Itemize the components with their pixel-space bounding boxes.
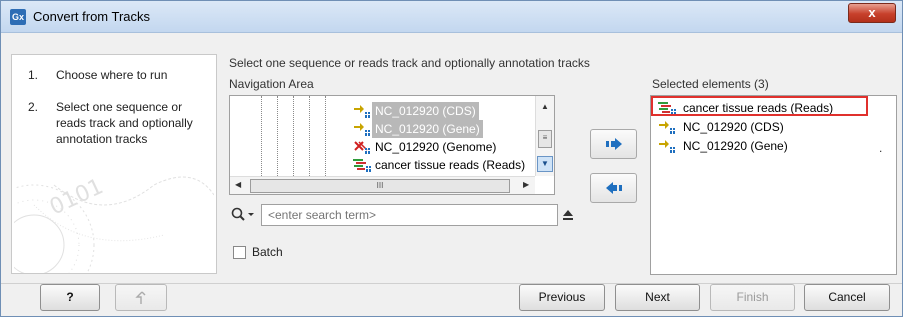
collapse-icon[interactable]: [561, 207, 575, 223]
batch-label: Batch: [252, 245, 283, 259]
cancel-button[interactable]: Cancel: [804, 284, 890, 311]
sequence-track-icon: [354, 141, 370, 154]
tree-item-label: NC_012920 (Genome): [375, 140, 497, 154]
search-input[interactable]: [261, 204, 558, 226]
batch-checkbox[interactable]: [233, 246, 246, 259]
annotation-track-icon: [354, 123, 370, 136]
app-icon: Gx: [10, 9, 26, 25]
tree-item-label: NC_012920 (Gene): [372, 120, 483, 138]
selected-item-gene[interactable]: NC_012920 (Gene): [657, 137, 893, 155]
step-instruction: Select one sequence or reads track and o…: [229, 56, 590, 70]
help-button[interactable]: ?: [40, 284, 100, 311]
dialog-window: Gx Convert from Tracks x 1. Choose where…: [0, 0, 903, 317]
selected-item-label: NC_012920 (Gene): [683, 139, 788, 153]
annotation-track-icon: [354, 105, 370, 118]
tree-horizontal-scrollbar[interactable]: ◀ III ▶: [230, 176, 535, 194]
selected-elements-label: Selected elements (3): [652, 77, 769, 91]
arrow-left-icon: [606, 182, 622, 194]
finish-button[interactable]: Finish: [710, 284, 795, 311]
arrow-right-icon: [606, 138, 622, 150]
svg-text:0101: 0101: [46, 174, 107, 220]
tree-guide-line: [309, 96, 310, 182]
close-button[interactable]: x: [848, 3, 896, 23]
step-number: 2.: [28, 100, 39, 114]
step-label: Choose where to run: [56, 68, 168, 82]
annotation-track-icon: [659, 140, 675, 153]
dna-watermark-icon: 0101: [14, 174, 214, 273]
reset-icon: [135, 291, 146, 304]
selected-item-cds[interactable]: NC_012920 (CDS): [657, 118, 893, 136]
reads-track-icon: [353, 159, 371, 172]
reset-button[interactable]: [115, 284, 167, 311]
tree-guide-line: [261, 96, 262, 182]
tree-item-label: cancer tissue reads (Reads): [375, 158, 526, 172]
scroll-up-icon[interactable]: ▲: [541, 102, 549, 111]
title-bar: Gx Convert from Tracks x: [1, 1, 902, 33]
tree-item-label: NC_012920 (CDS): [372, 102, 479, 120]
tree-vertical-scrollbar[interactable]: ▲ ≡ ▼: [535, 96, 554, 176]
scroll-down-icon[interactable]: ▼: [537, 156, 553, 172]
add-to-selected-button[interactable]: [590, 129, 637, 159]
trailing-mark: .: [879, 141, 883, 155]
navigation-area-label: Navigation Area: [229, 77, 314, 91]
wizard-steps-panel: 1. Choose where to run 2. Select one seq…: [11, 54, 217, 274]
scroll-thumb[interactable]: ≡: [538, 130, 552, 148]
step-number: 1.: [28, 68, 39, 82]
window-title: Convert from Tracks: [33, 9, 151, 24]
tree-guide-line: [325, 96, 326, 182]
next-button[interactable]: Next: [615, 284, 700, 311]
search-icon[interactable]: [230, 206, 256, 224]
step-label: Select one sequence or reads track and o…: [56, 100, 193, 146]
highlight-box: [651, 96, 868, 116]
remove-from-selected-button[interactable]: [590, 173, 637, 203]
tree-guide-line: [277, 96, 278, 182]
selected-elements-list[interactable]: cancer tissue reads (Reads) NC_012920 (C…: [650, 95, 897, 275]
previous-button[interactable]: Previous: [519, 284, 605, 311]
tree-guide-line: [293, 96, 294, 182]
annotation-track-icon: [659, 121, 675, 134]
selected-item-label: NC_012920 (CDS): [683, 120, 784, 134]
scroll-right-icon[interactable]: ▶: [523, 180, 529, 189]
scroll-left-icon[interactable]: ◀: [235, 180, 241, 189]
scroll-thumb[interactable]: III: [250, 179, 510, 193]
